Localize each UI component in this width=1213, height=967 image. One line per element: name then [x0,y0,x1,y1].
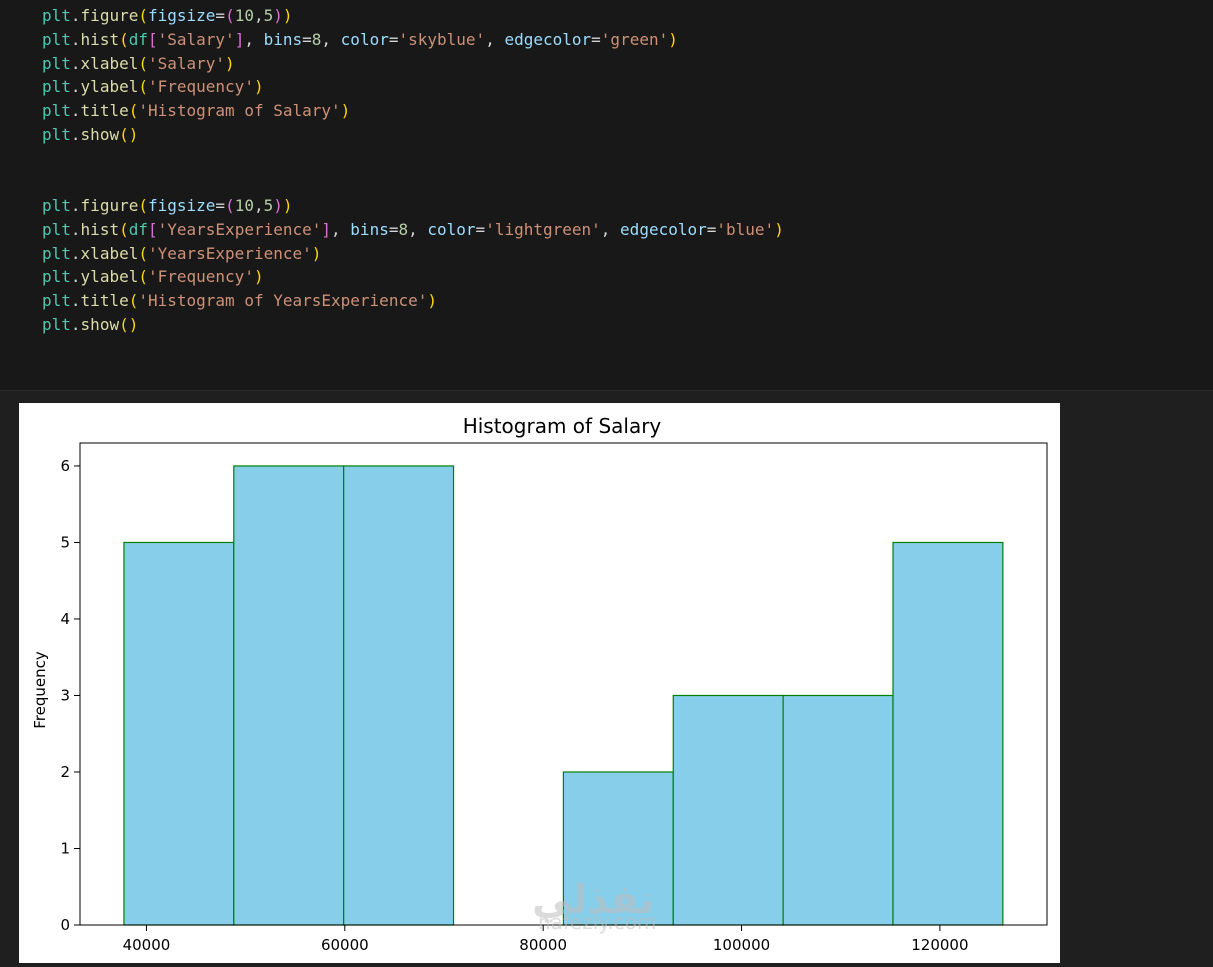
y-tick-label: 2 [60,763,70,781]
y-tick-label: 1 [60,839,70,857]
code-line: plt.xlabel('YearsExperience') [42,244,322,263]
histogram-bar [233,465,345,926]
y-tick-label: 0 [60,916,70,934]
histogram-bar [892,541,1004,926]
x-axis-ticks: 40000 60000 80000 100000 120000 [123,925,969,954]
histogram-chart: Histogram of Salary Frequency 0 1 2 3 4 5 6 40… [31,414,1048,954]
cell-output: Histogram of Salary Frequency 0 1 2 3 4 5 6 40… [0,391,1213,963]
histogram-bar [672,694,784,926]
y-tick-label: 6 [60,457,70,475]
x-tick-label: 40000 [123,936,171,954]
code-line: plt.xlabel('Salary') [42,54,235,73]
code-cell[interactable]: plt.figure(figsize=(10,5)) plt.hist(df['… [0,0,1213,391]
x-tick-label: 120000 [911,936,968,954]
code-line: plt.ylabel('Frequency') [42,77,264,96]
x-tick-label: 60000 [321,936,369,954]
code-line: plt.figure(figsize=(10,5)) [42,6,293,25]
code-line: plt.title('Histogram of YearsExperience'… [42,291,437,310]
x-tick-label: 80000 [519,936,567,954]
y-tick-label: 5 [60,533,70,551]
code-line: plt.show() [42,315,139,334]
histogram-bar [343,465,455,926]
histogram-bar [123,541,235,926]
code-line: plt.figure(figsize=(10,5)) [42,196,293,215]
code-line: plt.show() [42,125,139,144]
code-line: plt.hist(df['Salary'], bins=8, color='sk… [42,30,678,49]
x-tick-label: 100000 [713,936,770,954]
y-axis-label: Frequency [31,651,49,729]
y-tick-label: 4 [60,610,70,628]
y-tick-label: 3 [60,686,70,704]
histogram-bar [562,771,674,926]
histogram-bar [782,694,894,926]
histogram-figure: Histogram of Salary Frequency 0 1 2 3 4 5 6 40… [19,403,1060,963]
code-line: plt.title('Histogram of Salary') [42,101,351,120]
y-axis-ticks: 0 1 2 3 4 5 6 [60,457,80,934]
histogram-bars [123,465,1004,926]
code-line: plt.ylabel('Frequency') [42,267,264,286]
chart-title: Histogram of Salary [463,414,662,438]
code-line: plt.hist(df['YearsExperience'], bins=8, … [42,220,784,239]
